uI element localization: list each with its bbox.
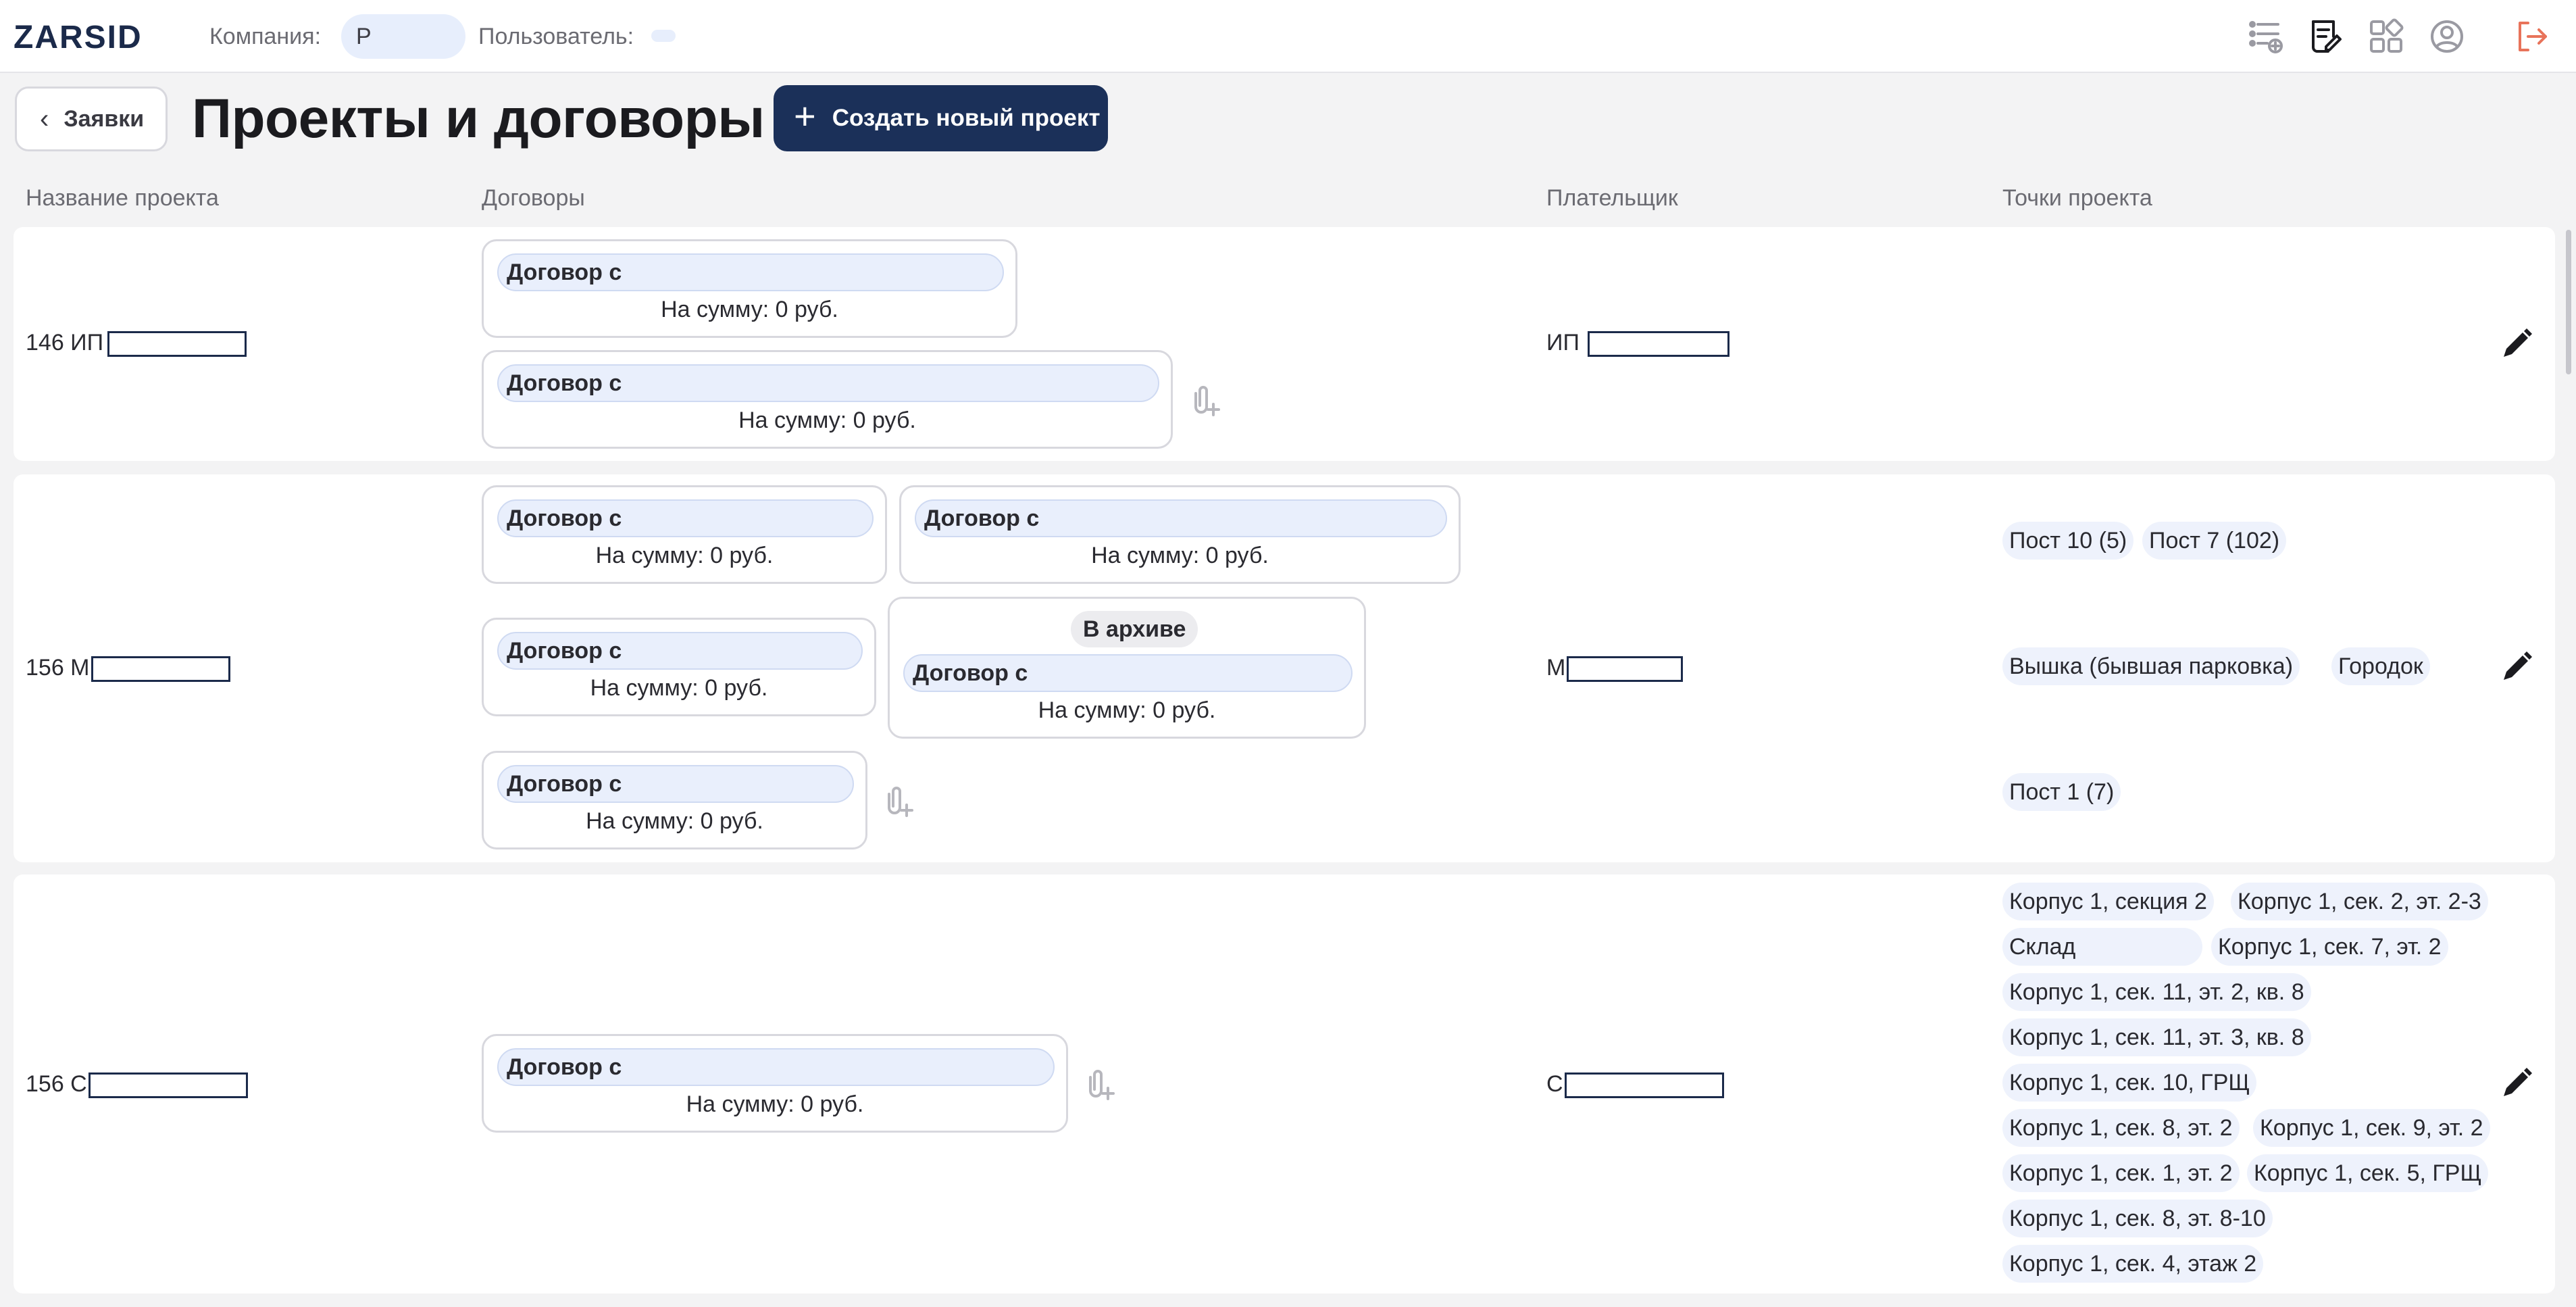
scrollbar[interactable] <box>2566 230 2571 374</box>
project-point-tag[interactable]: Пост 7 (102) <box>2142 522 2287 560</box>
project-name: 156 М <box>26 654 230 683</box>
contract-label: Договор с <box>497 632 863 670</box>
top-bar: ZARSID Компания: Р Пользователь: <box>0 0 2576 73</box>
contract-sum: На сумму: 0 руб. <box>1038 697 1216 723</box>
contracts-edit-icon[interactable] <box>2306 18 2344 55</box>
contract-label: Договор с <box>497 364 1159 402</box>
project-point-tag[interactable]: Корпус 1, сек. 10, ГРЩ <box>2002 1064 2257 1102</box>
attach-contract-icon[interactable] <box>882 781 916 818</box>
column-header-name: Название проекта <box>26 185 219 211</box>
modules-icon[interactable] <box>2367 18 2405 55</box>
contract-sum: На сумму: 0 руб. <box>686 1091 864 1117</box>
contract-card[interactable]: Договор с На сумму: 0 руб. <box>482 751 867 849</box>
company-label: Компания: <box>209 24 322 49</box>
contract-card-archived[interactable]: В архиве Договор с На сумму: 0 руб. <box>888 597 1366 739</box>
payer-name: С <box>1546 1070 1724 1099</box>
payer-name: ИП <box>1546 328 1729 357</box>
contract-label: Договор с <box>903 654 1353 692</box>
project-point-tag[interactable]: Корпус 1, сек. 5, ГРЩ <box>2247 1154 2489 1192</box>
project-point-tag[interactable]: Корпус 1, сек. 7, эт. 2 <box>2211 928 2448 966</box>
redacted-field <box>107 331 247 357</box>
column-header-payer: Плательщик <box>1546 185 1678 211</box>
redacted-field <box>88 1072 248 1099</box>
user-select[interactable] <box>651 30 676 42</box>
contract-label: Договор с <box>497 253 1004 291</box>
column-header-contracts: Договоры <box>482 185 585 211</box>
project-name: 146 ИП <box>26 328 247 357</box>
create-project-button[interactable]: + Создать новый проект <box>774 85 1108 151</box>
project-point-tag[interactable]: Городок <box>2331 647 2430 685</box>
contract-sum: На сумму: 0 руб. <box>595 543 774 568</box>
page-title: Проекты и договоры <box>192 88 765 149</box>
chevron-left-icon: ‹ <box>40 104 49 134</box>
project-point-tag[interactable]: Корпус 1, секция 2 <box>2002 883 2214 920</box>
redacted-field <box>1567 656 1684 683</box>
contract-card[interactable]: Договор с На сумму: 0 руб. <box>482 618 876 716</box>
contract-label: Договор с <box>497 765 854 803</box>
edit-pencil-icon[interactable] <box>2500 650 2533 684</box>
project-point-tag[interactable]: Корпус 1, сек. 11, эт. 2, кв. 8 <box>2002 973 2311 1011</box>
contract-card[interactable]: Договор с На сумму: 0 руб. <box>482 485 887 584</box>
project-point-tag[interactable]: Корпус 1, сек. 1, эт. 2 <box>2002 1154 2240 1192</box>
tasks-icon[interactable] <box>2247 18 2285 55</box>
redacted-field <box>1564 1072 1724 1099</box>
project-point-tag[interactable]: Пост 10 (5) <box>2002 522 2134 560</box>
project-point-tag[interactable]: Корпус 1, сек. 9, эт. 2 <box>2253 1109 2490 1147</box>
redacted-field <box>91 656 230 683</box>
project-point-tag[interactable]: Склад <box>2002 928 2202 966</box>
contract-sum: На сумму: 0 руб. <box>738 408 916 433</box>
edit-pencil-icon[interactable] <box>2500 1066 2533 1100</box>
user-label: Пользователь: <box>478 24 634 49</box>
project-point-tag[interactable]: Вышка (бывшая парковка) <box>2002 647 2300 685</box>
project-point-tag[interactable]: Корпус 1, сек. 8, эт. 8-10 <box>2002 1200 2273 1237</box>
create-project-label: Создать новый проект <box>832 105 1101 131</box>
archived-badge: В архиве <box>1071 611 1198 647</box>
project-point-tag[interactable]: Корпус 1, сек. 4, этаж 2 <box>2002 1245 2264 1283</box>
attach-contract-icon[interactable] <box>1189 380 1223 418</box>
edit-pencil-icon[interactable] <box>2500 327 2533 361</box>
contract-label: Договор с <box>497 499 874 537</box>
attach-contract-icon[interactable] <box>1084 1064 1117 1102</box>
project-point-tag[interactable]: Корпус 1, сек. 2, эт. 2-3 <box>2231 883 2488 920</box>
contract-sum: На сумму: 0 руб. <box>590 675 768 701</box>
project-name: 156 С <box>26 1070 248 1099</box>
logout-icon[interactable] <box>2513 18 2551 55</box>
project-row[interactable] <box>14 227 2555 461</box>
plus-icon: + <box>794 95 816 137</box>
back-button[interactable]: ‹ Заявки <box>15 87 168 151</box>
project-point-tag[interactable]: Пост 1 (7) <box>2002 773 2121 811</box>
project-point-tag[interactable]: Корпус 1, сек. 8, эт. 2 <box>2002 1109 2240 1147</box>
company-select[interactable]: Р <box>341 14 465 59</box>
column-header-points: Точки проекта <box>2002 185 2152 211</box>
contract-card[interactable]: Договор с На сумму: 0 руб. <box>899 485 1461 584</box>
contract-card[interactable]: Договор с На сумму: 0 руб. <box>482 350 1173 449</box>
contract-card[interactable]: Договор с На сумму: 0 руб. <box>482 1034 1068 1133</box>
app-logo[interactable]: ZARSID <box>14 22 143 54</box>
contract-card[interactable]: Договор с На сумму: 0 руб. <box>482 239 1017 338</box>
contract-sum: На сумму: 0 руб. <box>661 297 838 322</box>
contract-sum: На сумму: 0 руб. <box>586 808 763 834</box>
contract-label: Договор с <box>915 499 1447 537</box>
contract-label: Договор с <box>497 1048 1055 1086</box>
profile-icon[interactable] <box>2428 18 2466 55</box>
back-button-label: Заявки <box>64 105 145 132</box>
contract-sum: На сумму: 0 руб. <box>1091 543 1269 568</box>
redacted-field <box>1587 331 1729 357</box>
payer-name: М <box>1546 654 1684 683</box>
project-point-tag[interactable]: Корпус 1, сек. 11, эт. 3, кв. 8 <box>2002 1018 2311 1056</box>
